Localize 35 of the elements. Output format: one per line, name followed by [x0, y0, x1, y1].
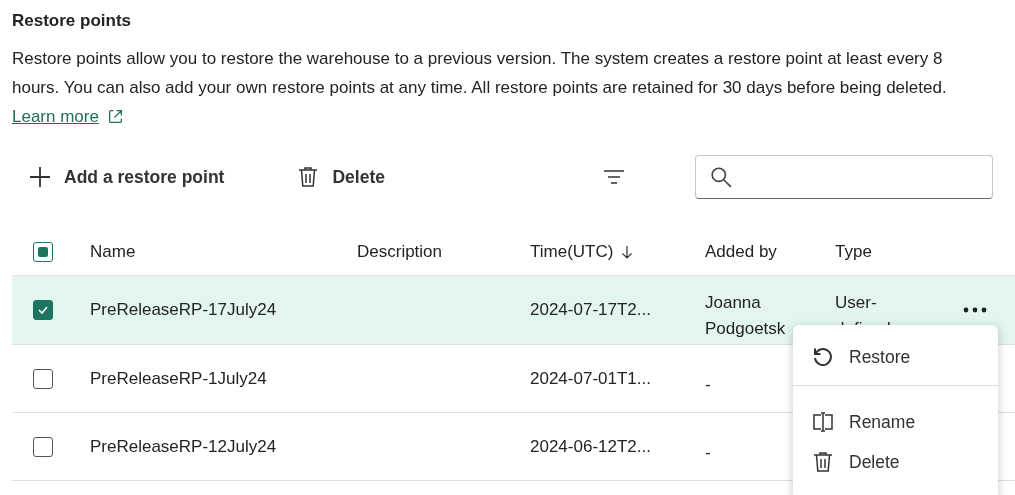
- learn-more-link[interactable]: Learn more: [12, 107, 124, 126]
- table-cell: PreReleaseRP-12July24: [90, 436, 277, 457]
- restore-icon: [811, 345, 835, 369]
- column-header[interactable]: Added by: [705, 242, 777, 262]
- trash-icon: [811, 450, 835, 474]
- row-checkbox[interactable]: [33, 436, 53, 457]
- more-icon[interactable]: [963, 307, 987, 313]
- table-cell-text: -: [705, 373, 712, 396]
- external-link-icon: [106, 108, 124, 125]
- section-title: Restore points: [12, 10, 133, 32]
- table-row[interactable]: PreReleaseRP-17July24 2024-07-17T2... Joanna Podgoetsk User-: [12, 276, 1015, 345]
- add-button[interactable]: Add a restore point: [12, 159, 241, 195]
- search-field[interactable]: [695, 155, 993, 199]
- delete-button[interactable]: Delete: [280, 159, 401, 195]
- rename-icon: [811, 410, 835, 434]
- table-cell: PreReleaseRP-17July24: [90, 300, 277, 320]
- table-cell-text: -: [705, 441, 712, 464]
- row-checkbox[interactable]: [33, 300, 53, 320]
- column-header[interactable]: Time(UTC): [530, 242, 634, 262]
- table-cell: PreReleaseRP-1July24: [90, 368, 267, 389]
- table-cell: 2024-07-01T1...: [530, 368, 651, 389]
- filter-icon[interactable]: [603, 169, 625, 185]
- check-icon: [37, 304, 49, 316]
- menu-item[interactable]: Delete: [793, 442, 998, 482]
- plus-icon: [28, 165, 52, 189]
- table-cell: 2024-06-12T2...: [530, 436, 651, 457]
- column-header[interactable]: Type: [835, 242, 872, 262]
- row-checkbox[interactable]: [33, 368, 53, 389]
- select-all-checkbox[interactable]: [33, 242, 53, 262]
- column-header[interactable]: Description: [357, 242, 443, 262]
- search-icon: [710, 166, 732, 188]
- table-cell-text: Joanna Podgoetsk: [705, 292, 787, 340]
- table-cell: 2024-07-17T2...: [530, 300, 651, 320]
- description-text: Restore points allow you to restore the warehouse to a previous version. The system creates a restore point at least every 8 hours. You can also add your own restore points at any time. All restore points are retained for 30 days before being deleted. Learn more: [12, 48, 948, 128]
- column-header[interactable]: Name: [90, 242, 136, 262]
